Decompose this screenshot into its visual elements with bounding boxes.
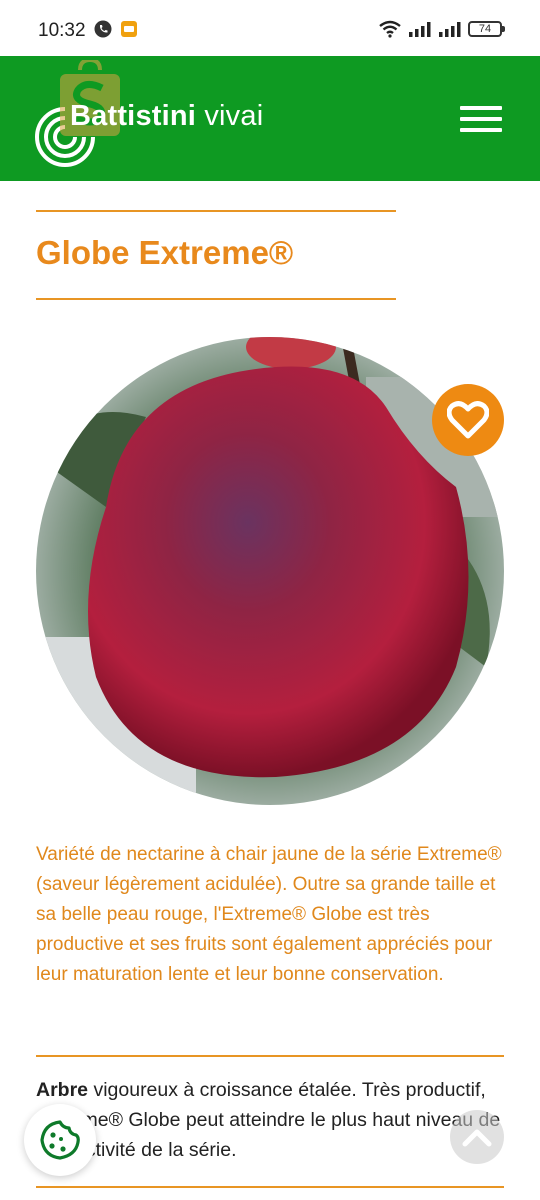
scroll-top-button[interactable] bbox=[450, 1110, 504, 1164]
cookie-icon bbox=[40, 1120, 80, 1160]
cookie-settings-button[interactable] bbox=[24, 1104, 96, 1176]
chevron-up-icon bbox=[462, 1129, 492, 1147]
section-divider bbox=[36, 1055, 504, 1057]
site-header: Battistini vivai bbox=[0, 56, 540, 181]
wifi-icon bbox=[379, 20, 401, 38]
section-divider-bottom bbox=[36, 1186, 504, 1188]
brand-name-bold: Battistini bbox=[70, 100, 197, 132]
brand-logo[interactable]: Battistini vivai bbox=[70, 100, 263, 133]
signal-icon-2 bbox=[439, 22, 461, 37]
status-bar: 10:32 74 bbox=[0, 0, 540, 56]
product-description: Variété de nectarine à chair jaune de la… bbox=[36, 844, 502, 985]
tree-description: Arbre vigoureux à croissance étalée. Trè… bbox=[36, 1075, 506, 1165]
heart-icon bbox=[447, 401, 489, 439]
title-divider-top bbox=[36, 210, 396, 212]
menu-button[interactable] bbox=[460, 106, 502, 132]
page-title: Globe Extreme® bbox=[36, 234, 294, 271]
signal-icon-1 bbox=[409, 22, 431, 37]
tree-text: vigoureux à croissance étalée. Très prod… bbox=[36, 1079, 501, 1161]
phone-icon bbox=[94, 20, 112, 38]
battery-indicator: 74 bbox=[468, 21, 505, 37]
notification-icon bbox=[121, 21, 137, 37]
status-time: 10:32 bbox=[38, 20, 86, 41]
favorite-button[interactable] bbox=[432, 384, 504, 456]
tree-label: Arbre bbox=[36, 1079, 89, 1101]
title-divider-bottom bbox=[36, 298, 396, 300]
brand-name-light: vivai bbox=[204, 100, 264, 132]
